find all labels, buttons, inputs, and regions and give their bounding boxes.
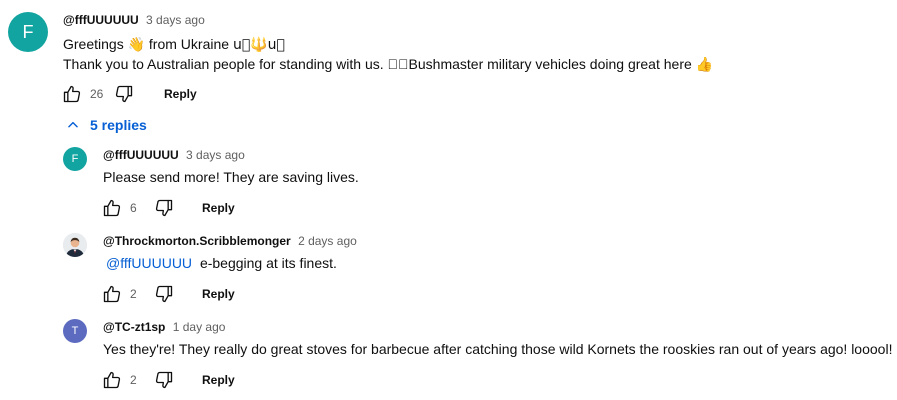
comment-body: Yes they're! They really do great stoves… bbox=[103, 341, 893, 357]
avatar-letter: F bbox=[22, 21, 34, 42]
thumb-down-icon bbox=[155, 285, 173, 303]
greeting-text: Greetings bbox=[63, 36, 124, 52]
waving-hand-emoji: 👋 bbox=[127, 37, 146, 53]
reply-button[interactable]: Reply bbox=[164, 87, 197, 101]
avatar[interactable] bbox=[63, 233, 87, 257]
timestamp[interactable]: 3 days ago bbox=[186, 148, 245, 162]
dislike-button[interactable] bbox=[112, 82, 136, 106]
from-text: from Ukraine bbox=[148, 36, 230, 52]
comment-text-line-2: Thank you to Australian people for stand… bbox=[63, 54, 713, 75]
comment-actions: 2 Reply bbox=[100, 368, 235, 392]
comment-header: @TC-zt1sp 1 day ago bbox=[103, 320, 225, 334]
timestamp[interactable]: 1 day ago bbox=[173, 320, 226, 334]
comment-text-line-1: Greetings 👋 from Ukraine u 🔱u  bbox=[63, 34, 285, 55]
chevron-up-icon bbox=[68, 121, 78, 128]
thumb-down-icon bbox=[155, 371, 173, 389]
reply-button[interactable]: Reply bbox=[202, 373, 235, 387]
author-name[interactable]: @fffUUUUUU bbox=[63, 13, 139, 27]
thumb-up-icon bbox=[103, 371, 121, 389]
comment-text: Yes they're! They really do great stoves… bbox=[103, 339, 892, 359]
author-name[interactable]: @Throckmorton.Scribblemonger bbox=[103, 234, 291, 248]
like-button[interactable] bbox=[100, 368, 124, 392]
profile-photo-icon bbox=[63, 233, 87, 257]
like-button[interactable] bbox=[100, 196, 124, 220]
timestamp[interactable]: 3 days ago bbox=[146, 13, 205, 27]
mention-link[interactable]: @fffUUUUUU bbox=[106, 255, 192, 271]
thumb-up-icon bbox=[103, 285, 121, 303]
thumb-up-icon bbox=[63, 85, 81, 103]
author-name[interactable]: @TC-zt1sp bbox=[103, 320, 165, 334]
dislike-button[interactable] bbox=[152, 196, 176, 220]
comment-header: @fffUUUUUU 3 days ago bbox=[63, 13, 205, 27]
thumb-down-icon bbox=[115, 85, 133, 103]
comment-actions: 6 Reply bbox=[100, 196, 235, 220]
dislike-button[interactable] bbox=[152, 368, 176, 392]
avatar[interactable]: F bbox=[8, 12, 48, 52]
timestamp[interactable]: 2 days ago bbox=[298, 234, 357, 248]
author-name[interactable]: @fffUUUUUU bbox=[103, 148, 179, 162]
like-count: 26 bbox=[90, 87, 104, 101]
comment-header: @fffUUUUUU 3 days ago bbox=[103, 148, 245, 162]
comment-actions: 26 Reply bbox=[60, 82, 197, 106]
comment-body: Please send more! They are saving lives. bbox=[103, 169, 359, 185]
comment-thread: F @fffUUUUUU 3 days ago Greetings 👋 from… bbox=[0, 0, 897, 400]
avatar[interactable]: T bbox=[63, 319, 87, 343]
replies-toggle[interactable]: 5 replies bbox=[66, 117, 147, 133]
avatar-letter: T bbox=[71, 325, 79, 337]
avatar[interactable]: F bbox=[63, 147, 87, 171]
like-count: 6 bbox=[130, 201, 137, 215]
comment-actions: 2 Reply bbox=[100, 282, 235, 306]
replies-count-label: 5 replies bbox=[90, 117, 147, 133]
comment-body: e-begging at its finest. bbox=[199, 255, 337, 271]
avatar-letter: F bbox=[71, 153, 79, 165]
comment-text: Please send more! They are saving lives. bbox=[103, 167, 359, 187]
flag-trident-emoji: u 🔱u  bbox=[232, 37, 285, 53]
thumbs-up-emoji: 👍 bbox=[695, 57, 714, 73]
comment-header: @Throckmorton.Scribblemonger 2 days ago bbox=[103, 234, 357, 248]
like-count: 2 bbox=[130, 373, 137, 387]
comment-text: @fffUUUUUU e-begging at its finest. bbox=[106, 253, 337, 273]
thumb-down-icon bbox=[155, 199, 173, 217]
reply-button[interactable]: Reply bbox=[202, 287, 235, 301]
like-count: 2 bbox=[130, 287, 137, 301]
dislike-button[interactable] bbox=[152, 282, 176, 306]
reply-button[interactable]: Reply bbox=[202, 201, 235, 215]
like-button[interactable] bbox=[60, 82, 84, 106]
thumb-up-icon bbox=[103, 199, 121, 217]
like-button[interactable] bbox=[100, 282, 124, 306]
thanks-text: Thank you to Australian people for stand… bbox=[63, 56, 692, 72]
